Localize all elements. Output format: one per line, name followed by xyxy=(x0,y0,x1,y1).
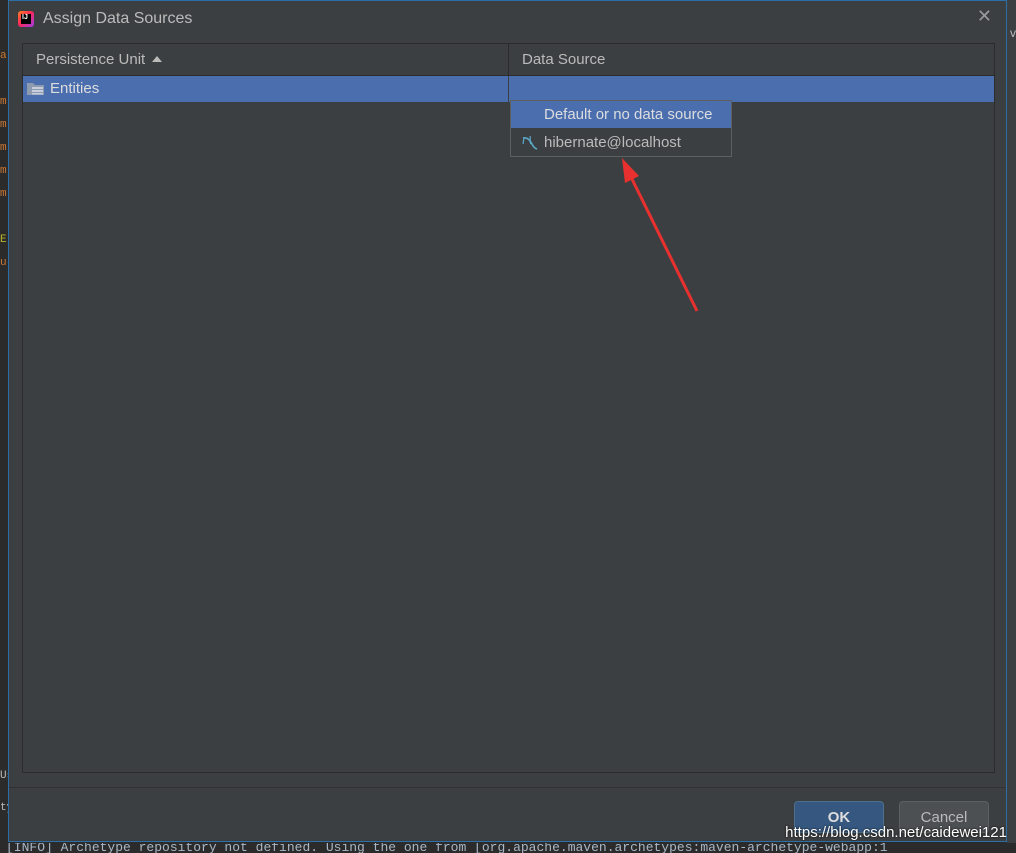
bg-fragment: m xyxy=(0,96,7,108)
assign-data-sources-dialog: IJ Assign Data Sources ✕ Persistence Uni… xyxy=(8,0,1007,842)
data-source-cell[interactable] xyxy=(509,76,994,102)
bg-fragment: u xyxy=(0,257,7,269)
persistence-unit-cell[interactable]: Entities xyxy=(23,76,509,102)
option-label: hibernate@localhost xyxy=(544,129,681,156)
bg-fragment: m xyxy=(0,188,7,200)
persistence-unit-name: Entities xyxy=(50,80,99,97)
mysql-datasource-icon xyxy=(521,135,539,151)
table-header: Persistence Unit Data Source xyxy=(23,44,994,76)
column-header-label: Data Source xyxy=(522,51,605,68)
background-window-edge: v xyxy=(1007,0,1016,853)
bg-fragment: m xyxy=(0,165,7,177)
column-header-data-source[interactable]: Data Source xyxy=(509,44,994,75)
sort-ascending-icon xyxy=(152,56,162,62)
background-editor-edge: a m m m m m E u Us ty xyxy=(0,0,8,853)
intellij-app-icon: IJ xyxy=(18,11,34,27)
watermark-text: https://blog.csdn.net/caidewei121 xyxy=(785,824,1007,841)
console-line: [INFO] Archetype repository not defined.… xyxy=(6,843,888,853)
bg-fragment: m xyxy=(0,142,7,154)
dropdown-option-hibernate[interactable]: hibernate@localhost xyxy=(511,129,731,156)
option-label: Default or no data source xyxy=(544,101,712,128)
dialog-titlebar: IJ Assign Data Sources ✕ xyxy=(9,1,1006,37)
footer-divider xyxy=(9,787,1006,788)
dropdown-option-default[interactable]: Default or no data source xyxy=(511,101,731,128)
close-icon[interactable]: ✕ xyxy=(977,6,992,27)
table-row[interactable]: Entities xyxy=(23,76,994,102)
column-header-label: Persistence Unit xyxy=(36,51,145,68)
folder-icon xyxy=(27,82,45,96)
background-console: [INFO] Archetype repository not defined.… xyxy=(0,843,1016,853)
bg-fragment: a xyxy=(0,50,7,62)
persistence-table: Persistence Unit Data Source Entities xyxy=(22,43,995,773)
bg-fragment: v xyxy=(1010,26,1016,40)
data-source-dropdown: Default or no data source hibernate@loca… xyxy=(510,100,732,157)
bg-fragment: E xyxy=(0,234,7,246)
dialog-title: Assign Data Sources xyxy=(43,10,192,28)
bg-fragment: m xyxy=(0,119,7,131)
column-header-persistence-unit[interactable]: Persistence Unit xyxy=(23,44,509,75)
